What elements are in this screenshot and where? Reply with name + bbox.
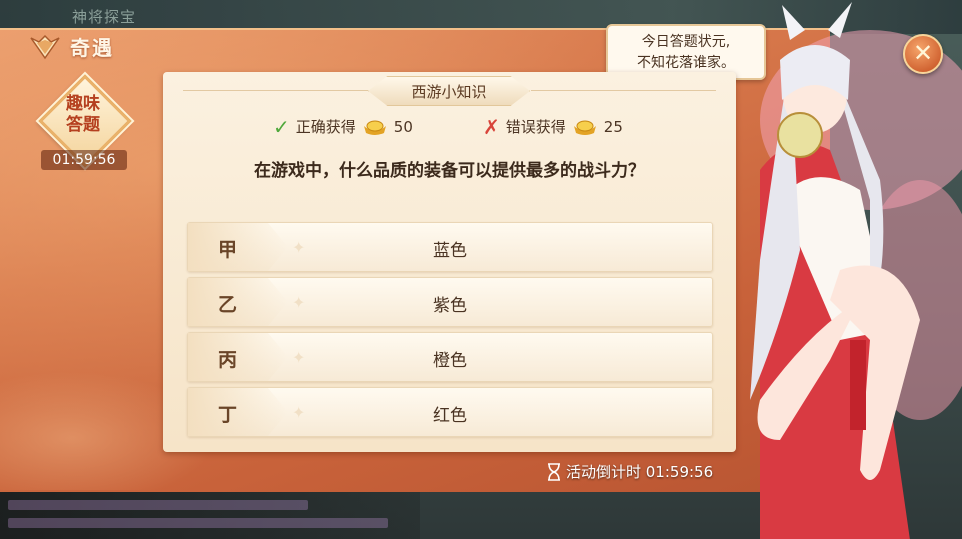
quiz-question: 在游戏中，什么品质的装备可以提供最多的战斗力？	[254, 161, 645, 181]
option-text: 橙色	[433, 351, 467, 371]
badge-timer: 01:59:56	[41, 150, 127, 170]
quiz-card: 西游小知识 ✓ 正确获得 50 ✗ 错误获得 25 在游戏中，什么品质的装备可以…	[163, 72, 736, 452]
wrong-reward-amount: 25	[603, 117, 623, 136]
header-divider-right	[531, 90, 716, 91]
character-illustration	[720, 0, 962, 539]
wrong-reward-label: 错误获得	[505, 118, 566, 136]
hourglass-icon	[548, 462, 560, 481]
fun-quiz-badge[interactable]: 趣味 答题	[38, 74, 132, 168]
event-countdown: 活动倒计时 01:59:56	[546, 461, 713, 482]
header-divider-left	[183, 90, 368, 91]
wing-emblem-icon	[30, 34, 60, 59]
quiz-header: 西游小知识	[368, 76, 530, 106]
panel-title: 奇遇	[70, 36, 114, 60]
option-b[interactable]: 乙 ✦ 紫色	[187, 277, 713, 327]
option-text: 蓝色	[433, 241, 467, 261]
option-a[interactable]: 甲 ✦ 蓝色	[187, 222, 713, 272]
close-button[interactable]: ✕	[903, 34, 943, 74]
chat-line	[8, 518, 388, 528]
correct-reward: ✓ 正确获得 50	[273, 116, 413, 137]
background-chat-area	[0, 490, 420, 539]
countdown-text: 活动倒计时 01:59:56	[566, 463, 714, 481]
gold-ingot-icon	[363, 120, 386, 135]
wrong-reward: ✗ 错误获得 25	[483, 116, 623, 137]
gold-ingot-icon	[573, 120, 596, 135]
option-text: 紫色	[433, 296, 467, 316]
fox-girl-character-icon	[750, 2, 962, 539]
speech-line1: 今日答题状元,	[641, 34, 731, 50]
check-icon: ✓	[273, 114, 290, 139]
panel-title-row: 奇遇	[28, 32, 114, 61]
background-title: 神将探宝	[72, 8, 137, 26]
option-text: 红色	[433, 406, 467, 426]
badge-label: 趣味 答题	[46, 94, 120, 136]
badge-label-line2: 答题	[66, 115, 100, 135]
correct-reward-amount: 50	[393, 117, 413, 136]
speech-line2: 不知花落谁家。	[637, 55, 735, 71]
correct-reward-label: 正确获得	[295, 118, 356, 136]
close-icon: ✕	[912, 39, 934, 67]
quiz-header-label: 西游小知识	[411, 82, 487, 101]
cross-icon: ✗	[483, 114, 500, 139]
chat-line	[8, 500, 308, 510]
option-d[interactable]: 丁 ✦ 红色	[187, 387, 713, 437]
option-c[interactable]: 丙 ✦ 橙色	[187, 332, 713, 382]
badge-label-line1: 趣味	[66, 94, 100, 114]
